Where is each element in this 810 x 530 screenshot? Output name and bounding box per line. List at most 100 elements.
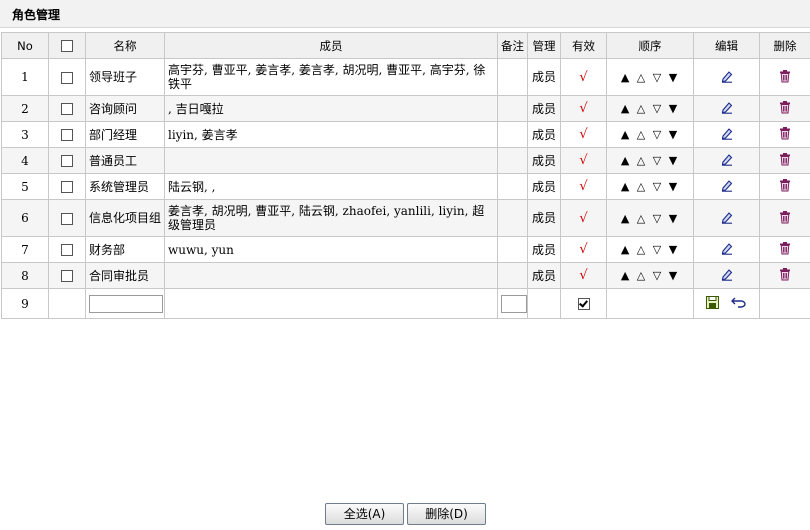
move-bottom-icon[interactable]: ▼ [669, 269, 679, 282]
edit-pencil-icon[interactable] [720, 267, 734, 284]
edit-pencil-icon[interactable] [720, 210, 734, 227]
row-checkbox[interactable] [61, 129, 73, 141]
new-remark-input[interactable] [501, 294, 527, 313]
row-manage-link[interactable]: 成员 [527, 58, 561, 96]
edit-pencil-icon[interactable] [720, 152, 734, 169]
move-bottom-icon[interactable]: ▼ [669, 180, 679, 193]
table-header-row: No 名称 成员 备注 管理 有效 顺序 编辑 删除 [1, 32, 810, 59]
move-up-icon[interactable]: △ [637, 269, 647, 282]
edit-pencil-icon[interactable] [720, 241, 734, 258]
move-top-icon[interactable]: ▲ [621, 102, 631, 115]
move-bottom-icon[interactable]: ▼ [669, 154, 679, 167]
move-top-icon[interactable]: ▲ [621, 243, 631, 256]
move-down-icon[interactable]: ▽ [653, 212, 663, 225]
select-all-checkbox[interactable] [61, 40, 73, 52]
row-members: liyin, 姜言孝 [164, 121, 498, 148]
edit-pencil-icon[interactable] [720, 126, 734, 143]
trash-icon[interactable] [779, 241, 791, 258]
move-top-icon[interactable]: ▲ [621, 154, 631, 167]
new-name-input[interactable] [89, 294, 163, 313]
move-up-icon[interactable]: △ [637, 71, 647, 84]
row-valid-cell: √ [560, 236, 607, 263]
new-name-cell [85, 288, 165, 319]
move-bottom-icon[interactable]: ▼ [669, 102, 679, 115]
header-name: 名称 [85, 32, 165, 59]
row-manage-link[interactable]: 成员 [527, 95, 561, 122]
move-down-icon[interactable]: ▽ [653, 269, 663, 282]
row-members: 姜言孝, 胡况明, 曹亚平, 陆云钢, zhaofei, yanlili, li… [164, 199, 498, 237]
table-row: 8 合同审批员 成员 √ ▲ △ ▽ ▼ [1, 262, 810, 289]
select-all-button[interactable]: 全选(A) [325, 503, 404, 525]
row-select-cell [48, 95, 86, 122]
edit-pencil-icon[interactable] [720, 100, 734, 117]
undo-icon[interactable] [730, 296, 747, 311]
row-delete-cell [759, 173, 810, 200]
new-row: 9 [1, 288, 810, 319]
trash-icon[interactable] [779, 69, 791, 86]
row-no: 5 [1, 173, 49, 200]
save-icon[interactable] [706, 295, 720, 312]
row-checkbox[interactable] [61, 244, 73, 256]
row-remark [497, 236, 528, 263]
move-down-icon[interactable]: ▽ [653, 180, 663, 193]
trash-icon[interactable] [779, 210, 791, 227]
row-checkbox[interactable] [61, 270, 73, 282]
row-remark [497, 121, 528, 148]
row-manage-link[interactable]: 成员 [527, 147, 561, 174]
trash-icon[interactable] [779, 126, 791, 143]
valid-check-icon: √ [579, 101, 588, 116]
row-remark [497, 262, 528, 289]
trash-icon[interactable] [779, 152, 791, 169]
edit-pencil-icon[interactable] [720, 69, 734, 86]
move-top-icon[interactable]: ▲ [621, 128, 631, 141]
valid-check-icon: √ [579, 242, 588, 257]
move-bottom-icon[interactable]: ▼ [669, 71, 679, 84]
move-up-icon[interactable]: △ [637, 180, 647, 193]
move-top-icon[interactable]: ▲ [621, 71, 631, 84]
row-order-cell: ▲ △ ▽ ▼ [606, 236, 694, 263]
row-valid-cell: √ [560, 173, 607, 200]
trash-icon[interactable] [779, 178, 791, 195]
move-top-icon[interactable]: ▲ [621, 212, 631, 225]
move-down-icon[interactable]: ▽ [653, 243, 663, 256]
row-checkbox[interactable] [61, 71, 73, 84]
row-checkbox[interactable] [61, 181, 73, 193]
edit-pencil-icon[interactable] [720, 178, 734, 195]
row-checkbox[interactable] [61, 103, 73, 115]
row-manage-link[interactable]: 成员 [527, 262, 561, 289]
row-members: 陆云钢, , [164, 173, 498, 200]
row-delete-cell [759, 199, 810, 237]
move-bottom-icon[interactable]: ▼ [669, 212, 679, 225]
row-manage-link[interactable]: 成员 [527, 121, 561, 148]
move-bottom-icon[interactable]: ▼ [669, 128, 679, 141]
move-top-icon[interactable]: ▲ [621, 269, 631, 282]
trash-icon[interactable] [779, 100, 791, 117]
move-down-icon[interactable]: ▽ [653, 71, 663, 84]
row-name: 系统管理员 [85, 173, 165, 200]
move-up-icon[interactable]: △ [637, 154, 647, 167]
header-remark: 备注 [497, 32, 528, 59]
row-checkbox[interactable] [61, 212, 73, 225]
row-manage-link[interactable]: 成员 [527, 173, 561, 200]
row-delete-cell [759, 95, 810, 122]
move-up-icon[interactable]: △ [637, 102, 647, 115]
row-name: 普通员工 [85, 147, 165, 174]
move-down-icon[interactable]: ▽ [653, 154, 663, 167]
move-bottom-icon[interactable]: ▼ [669, 243, 679, 256]
row-members [164, 262, 498, 289]
row-manage-link[interactable]: 成员 [527, 199, 561, 237]
move-down-icon[interactable]: ▽ [653, 128, 663, 141]
move-up-icon[interactable]: △ [637, 243, 647, 256]
trash-icon[interactable] [779, 267, 791, 284]
new-valid-checkbox[interactable] [577, 298, 590, 310]
table-row: 2 咨询顾问, 吉日嘎拉 成员 √ ▲ △ ▽ ▼ [1, 95, 810, 122]
move-down-icon[interactable]: ▽ [653, 102, 663, 115]
row-name: 财务部 [85, 236, 165, 263]
row-checkbox[interactable] [61, 155, 73, 167]
move-top-icon[interactable]: ▲ [621, 180, 631, 193]
row-valid-cell: √ [560, 58, 607, 96]
move-up-icon[interactable]: △ [637, 128, 647, 141]
delete-button[interactable]: 删除(D) [407, 503, 486, 525]
move-up-icon[interactable]: △ [637, 212, 647, 225]
row-manage-link[interactable]: 成员 [527, 236, 561, 263]
